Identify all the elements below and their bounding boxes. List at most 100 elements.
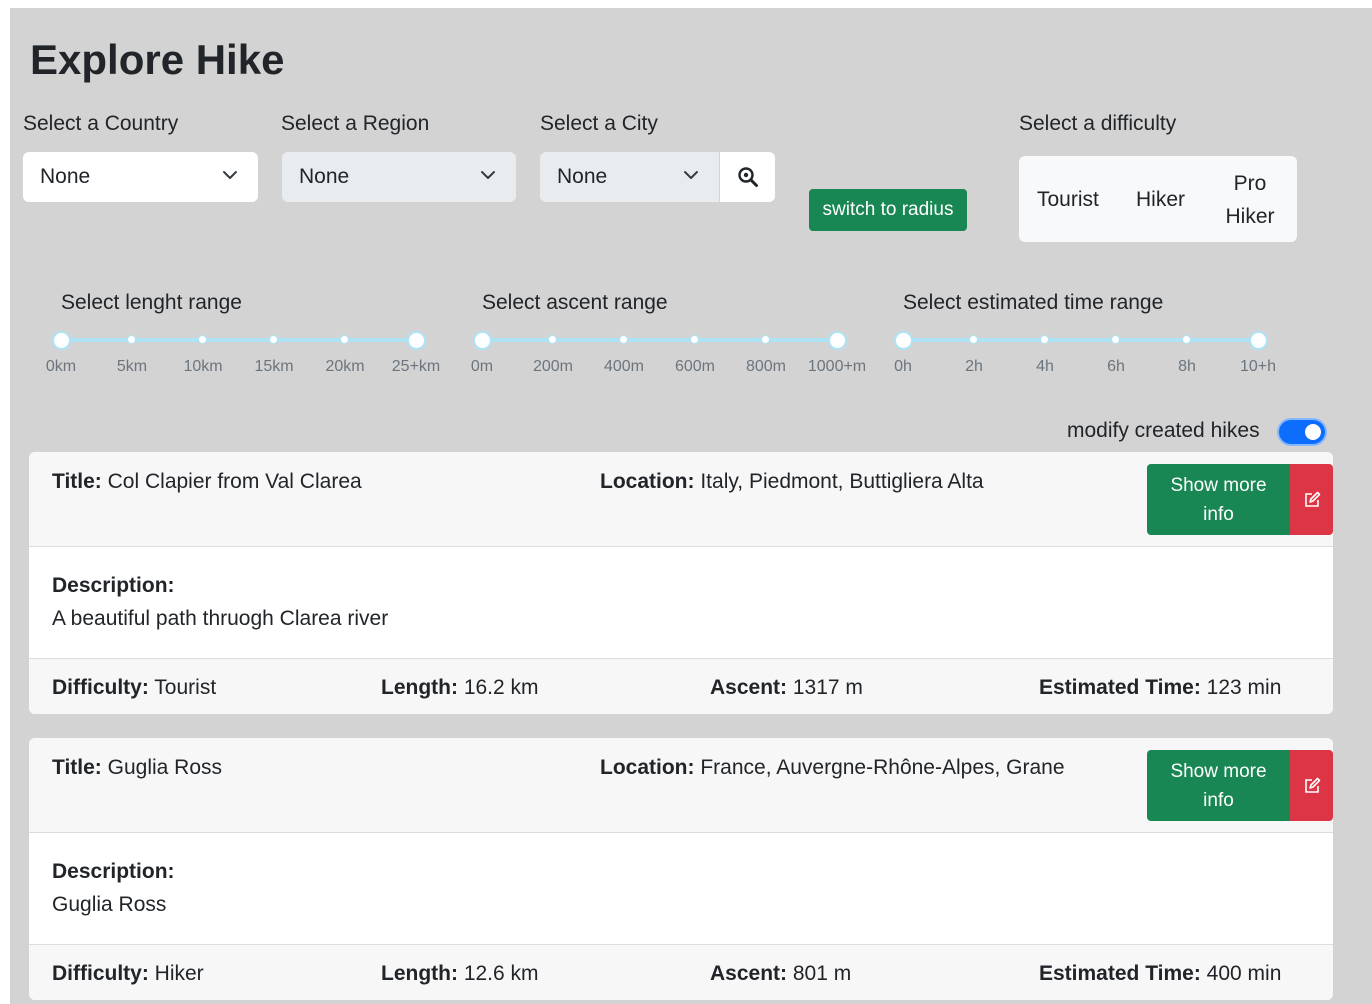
toggle-thumb [1305,424,1321,440]
location-value: Italy, Piedmont, Buttigliera Alta [700,470,984,493]
title-key: Title: [52,756,102,779]
slider-mark [548,335,557,344]
show-more-line2: info [1203,789,1234,811]
difficulty-selector: Tourist Hiker Pro Hiker [1019,156,1297,242]
switch-to-radius-button[interactable]: switch to radius [809,189,967,231]
region-select[interactable]: None [282,152,516,202]
hike-card-header: Title: Guglia Ross Location: France, Auv… [29,738,1333,833]
time-tick: 4h [1036,358,1054,375]
length-tick: 15km [254,358,294,375]
hike-title: Title: Guglia Ross [52,756,222,780]
slider-mark [761,335,770,344]
hike-location: Location: France, Auvergne-Rhône-Alpes, … [600,756,1065,780]
hike-difficulty: Difficulty: Tourist [52,676,216,700]
title-key: Title: [52,470,102,493]
description-text: Guglia Ross [52,893,167,916]
chevron-down-icon [684,171,698,179]
length-max-handle[interactable] [407,331,426,350]
country-select[interactable]: None [23,152,258,202]
hike-estimated-time: Estimated Time: 400 min [1039,962,1281,986]
ascent-value: 1317 m [792,676,863,699]
description-label: Description: [52,574,175,597]
edit-icon [1304,491,1320,507]
hike-card: Title: Col Clapier from Val Clarea Locat… [29,452,1333,714]
city-search-button[interactable] [719,152,775,202]
ascent-range-slider[interactable]: 0m 200m 400m 600m 800m 1000+m [471,328,866,375]
pro-hiker-line1: Pro [1233,172,1267,195]
city-select-value: None [557,165,608,188]
hike-card-body: Description: Guglia Ross [29,833,1333,943]
zoom-search-icon [737,167,758,187]
chevron-down-icon [481,171,495,179]
difficulty-label: Select a difficulty [1019,112,1177,135]
time-tick: 0h [894,358,912,375]
region-select-value: None [299,165,350,188]
show-more-info-button[interactable]: Show more info [1147,750,1290,821]
time-tick: 2h [965,358,983,375]
city-select[interactable]: None [540,152,719,202]
time-value: 123 min [1206,676,1282,699]
time-slider-track [903,338,1258,342]
hike-ascent: Ascent: 1317 m [710,676,863,700]
show-more-info-button[interactable]: Show more info [1147,464,1290,535]
difficulty-option-pro-hiker[interactable]: Pro Hiker [1224,167,1276,233]
ascent-slider-track [482,338,837,342]
show-more-line1: Show more [1170,474,1267,496]
time-max-handle[interactable] [1249,331,1268,350]
time-tick: 8h [1178,358,1196,375]
ascent-max-handle[interactable] [828,331,847,350]
length-range-label: Select lenght range [61,291,242,314]
pro-hiker-line2: Hiker [1225,205,1275,228]
time-key: Estimated Time: [1039,962,1201,985]
location-value: France, Auvergne-Rhône-Alpes, Grane [700,756,1065,779]
title-value: Col Clapier from Val Clarea [107,470,362,493]
time-key: Estimated Time: [1039,676,1201,699]
modify-created-hikes-toggle[interactable] [1277,418,1327,446]
length-tick: 5km [116,358,148,375]
time-tick: 10+h [1239,358,1277,375]
ascent-key: Ascent: [710,962,788,985]
length-tick: 10km [183,358,223,375]
hike-card-footer: Difficulty: Hiker Length: 12.6 km Ascent… [29,944,1333,1000]
length-range-slider[interactable]: 0km 5km 10km 15km 20km 25+km [46,328,440,375]
length-tick: 25+km [391,358,441,375]
length-value: 12.6 km [463,962,539,985]
location-key: Location: [600,470,695,493]
slider-mark [127,335,136,344]
country-label: Select a Country [23,112,179,135]
difficulty-key: Difficulty: [52,962,149,985]
hike-difficulty: Difficulty: Hiker [52,962,204,986]
length-tick: 0km [45,358,77,375]
description-label: Description: [52,860,175,883]
ascent-tick: 0m [470,358,494,375]
hike-location: Location: Italy, Piedmont, Buttigliera A… [600,470,984,494]
edit-hike-button[interactable] [1290,464,1333,535]
explore-hike-page: Explore Hike Select a Country Select a R… [10,8,1372,1004]
time-value: 400 min [1206,962,1282,985]
slider-mark [198,335,207,344]
page-title: Explore Hike [30,36,285,83]
difficulty-key: Difficulty: [52,676,149,699]
country-select-value: None [40,165,91,188]
edit-hike-button[interactable] [1290,750,1333,821]
hike-card-body: Description: A beautiful path thruogh Cl… [29,547,1333,657]
location-key: Location: [600,756,695,779]
length-min-handle[interactable] [52,331,71,350]
ascent-tick: 200m [532,358,574,375]
hike-length: Length: 12.6 km [381,962,539,986]
difficulty-option-tourist[interactable]: Tourist [1037,183,1099,216]
time-range-label: Select estimated time range [903,291,1164,314]
show-more-line1: Show more [1170,760,1267,782]
ascent-min-handle[interactable] [473,331,492,350]
modify-created-hikes-label: modify created hikes [1067,419,1260,442]
slider-mark [969,335,978,344]
length-key: Length: [381,962,458,985]
time-range-slider[interactable]: 0h 2h 4h 6h 8h 10+h [894,328,1276,375]
length-key: Length: [381,676,458,699]
time-min-handle[interactable] [894,331,913,350]
ascent-key: Ascent: [710,676,788,699]
difficulty-option-hiker[interactable]: Hiker [1136,183,1185,216]
show-more-line2: info [1203,503,1234,525]
slider-mark [340,335,349,344]
hike-length: Length: 16.2 km [381,676,539,700]
